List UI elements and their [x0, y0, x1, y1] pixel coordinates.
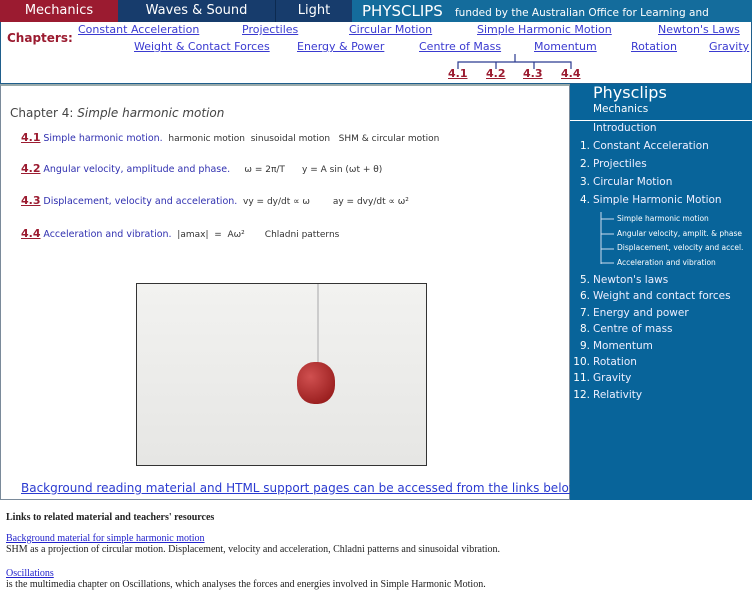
- related-link[interactable]: Oscillations: [6, 568, 54, 579]
- sidebar-item-number: 10.: [573, 356, 590, 368]
- section-extra: |amax| = Aω² Chladni patterns: [177, 230, 340, 240]
- chapter-heading: Chapter 4: Simple harmonic motion: [10, 106, 224, 120]
- section-row[interactable]: 4.4 Acceleration and vibration. |amax| =…: [21, 227, 339, 240]
- section-number[interactable]: 4.4: [21, 227, 41, 240]
- divider: [570, 120, 752, 121]
- section-number[interactable]: 4.1: [21, 131, 41, 144]
- sidebar-item-number: 4.: [579, 194, 590, 206]
- tab-waves-sound[interactable]: Waves & Sound: [118, 0, 275, 22]
- sidebar-item-number: 1.: [579, 140, 590, 152]
- section-extra: harmonic motion sinusoidal motion SHM & …: [168, 134, 440, 144]
- related-heading: Links to related material and teachers' …: [6, 512, 215, 523]
- related-item: Oscillations is the multimedia chapter on…: [6, 568, 486, 590]
- section-link-4-2[interactable]: 4.2: [486, 67, 506, 80]
- section-title[interactable]: Acceleration and vibration.: [43, 229, 171, 240]
- sidebar-item-number: 3.: [579, 176, 590, 188]
- sidebar-item-number: 7.: [579, 306, 590, 319]
- chapter-link[interactable]: Energy & Power: [297, 40, 384, 53]
- sidebar-item-number: 8.: [579, 323, 590, 336]
- section-extra: ω = 2π/T y = A sin (ωt + θ): [244, 165, 383, 175]
- sidebar-subitem[interactable]: Acceleration and vibration: [617, 258, 716, 267]
- sidebar-title: Physclips: [593, 83, 667, 102]
- sidebar-subitem[interactable]: Angular velocity, amplit. & phase: [617, 229, 742, 238]
- sidebar-item[interactable]: Newton's laws: [593, 274, 668, 286]
- chapter-link[interactable]: Constant Acceleration: [78, 23, 199, 36]
- brand-bar: PHYSCLIPS funded by the Australian Offic…: [352, 0, 752, 41]
- sidebar-subitem[interactable]: Displacement, velocity and accel.: [617, 243, 743, 252]
- brand-title: PHYSCLIPS: [362, 2, 443, 20]
- chapter-link[interactable]: Simple Harmonic Motion: [477, 23, 612, 36]
- section-link-4-1[interactable]: 4.1: [448, 67, 468, 80]
- section-link-4-4[interactable]: 4.4: [561, 67, 581, 80]
- sidebar-item-number: 12.: [573, 388, 590, 401]
- subtree-lines: [600, 212, 614, 264]
- sidebar-item-number: 2.: [579, 158, 590, 170]
- chapter-link[interactable]: Gravity: [709, 40, 749, 53]
- sidebar-item[interactable]: Projectiles: [593, 158, 647, 170]
- section-title[interactable]: Simple harmonic motion.: [43, 133, 162, 144]
- sidebar-subtitle: Mechanics: [593, 103, 649, 115]
- sidebar-item[interactable]: Momentum: [593, 340, 653, 352]
- pendulum-video[interactable]: [136, 283, 427, 466]
- section-row[interactable]: 4.1 Simple harmonic motion. harmonic mot…: [21, 131, 439, 144]
- related-desc: SHM as a projection of circular motion. …: [6, 544, 501, 555]
- pendulum-string: [317, 284, 319, 362]
- sidebar-item-number: 5.: [579, 274, 590, 286]
- chapter-title: Simple harmonic motion: [77, 106, 225, 120]
- section-link-4-3[interactable]: 4.3: [523, 67, 543, 80]
- tab-light[interactable]: Light: [275, 0, 352, 22]
- cherry-bob-image: [297, 362, 335, 404]
- sidebar-item[interactable]: Simple Harmonic Motion: [593, 194, 722, 206]
- sidebar-item[interactable]: Gravity: [593, 372, 631, 384]
- sidebar-item-number: 6.: [579, 290, 590, 303]
- main-content: Chapter 4: Simple harmonic motion 4.1 Si…: [0, 84, 579, 500]
- sidebar-item[interactable]: Energy and power: [593, 307, 689, 319]
- sidebar-item[interactable]: Circular Motion: [593, 176, 672, 188]
- background-reading-link[interactable]: Background reading material and HTML sup…: [21, 481, 579, 495]
- chapters-label: Chapters:: [7, 31, 73, 45]
- section-row[interactable]: 4.2 Angular velocity, amplitude and phas…: [21, 162, 382, 175]
- chapter-link[interactable]: Centre of Mass: [419, 40, 501, 53]
- chapter-link[interactable]: Newton's Laws: [658, 23, 740, 36]
- section-extra: vy = dy/dt ∝ ω ay = dvy/dt ∝ ω²: [243, 197, 409, 207]
- chapter-prefix: Chapter 4:: [10, 106, 78, 120]
- sidebar-item-number: 11.: [573, 372, 590, 385]
- sidebar-subitem[interactable]: Simple harmonic motion: [617, 214, 709, 223]
- section-row[interactable]: 4.3 Displacement, velocity and accelerat…: [21, 194, 409, 207]
- section-number[interactable]: 4.2: [21, 162, 41, 175]
- sidebar-item[interactable]: Rotation: [593, 356, 637, 368]
- sidebar-item-number: 9.: [579, 339, 590, 352]
- related-item: Background material for simple harmonic …: [6, 533, 500, 555]
- related-link[interactable]: Background material for simple harmonic …: [6, 533, 205, 544]
- chapter-link[interactable]: Projectiles: [242, 23, 298, 36]
- sidebar-item[interactable]: Relativity: [593, 389, 642, 401]
- chapter-link[interactable]: Rotation: [631, 40, 677, 53]
- sidebar-item[interactable]: Centre of mass: [593, 323, 673, 335]
- chapter-link[interactable]: Weight & Contact Forces: [134, 40, 270, 53]
- section-number[interactable]: 4.3: [21, 194, 41, 207]
- section-title[interactable]: Displacement, velocity and acceleration.: [43, 196, 237, 207]
- chapters-header: Chapters: Constant Acceleration Projecti…: [0, 22, 752, 84]
- tab-mechanics[interactable]: Mechanics: [0, 0, 118, 22]
- sidebar-nav: Physclips Mechanics Introduction Simple …: [570, 83, 752, 500]
- section-title[interactable]: Angular velocity, amplitude and phase.: [43, 164, 230, 175]
- related-desc: is the multimedia chapter on Oscillation…: [6, 579, 486, 590]
- chapter-link[interactable]: Circular Motion: [349, 23, 432, 36]
- sidebar-item[interactable]: Constant Acceleration: [593, 140, 709, 152]
- sidebar-item[interactable]: Weight and contact forces: [593, 290, 731, 302]
- chapter-link[interactable]: Momentum: [534, 40, 597, 53]
- sidebar-item-introduction[interactable]: Introduction: [593, 122, 657, 134]
